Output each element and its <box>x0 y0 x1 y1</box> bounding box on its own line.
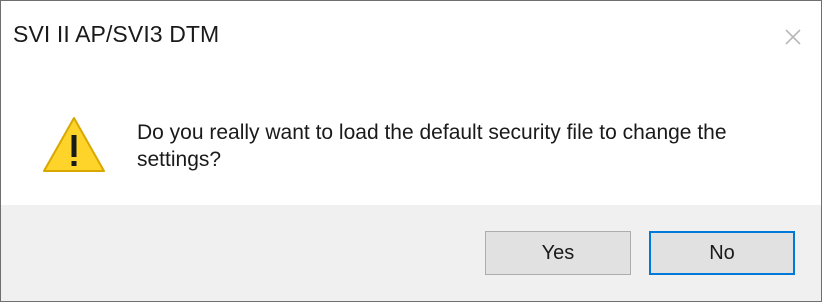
close-icon <box>783 27 803 47</box>
button-bar: Yes No <box>1 205 821 301</box>
title-bar[interactable]: SVI II AP/SVI3 DTM <box>1 1 821 75</box>
dialog-title: SVI II AP/SVI3 DTM <box>13 21 220 47</box>
message-dialog: SVI II AP/SVI3 DTM Do you really want to… <box>0 0 822 302</box>
warning-icon <box>41 115 107 175</box>
dialog-message: Do you really want to load the default s… <box>137 121 727 171</box>
yes-button[interactable]: Yes <box>485 231 631 275</box>
close-button[interactable] <box>771 15 815 59</box>
no-button[interactable]: No <box>649 231 795 275</box>
dialog-content: Do you really want to load the default s… <box>1 75 821 205</box>
